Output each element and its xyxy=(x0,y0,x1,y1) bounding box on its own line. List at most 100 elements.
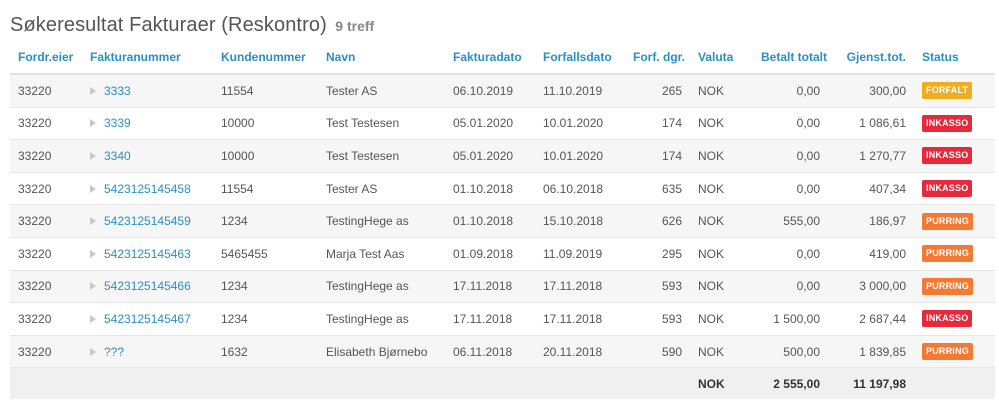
cell-overdue-days: 635 xyxy=(625,172,690,206)
status-badge: INKASSO xyxy=(922,180,973,198)
cell-remaining: 1 839,85 xyxy=(828,335,914,369)
cell-remaining: 1 086,61 xyxy=(828,107,914,141)
invoice-link[interactable]: 3340 xyxy=(104,149,131,163)
expand-triangle-icon[interactable] xyxy=(90,282,96,291)
table-row[interactable]: 33220 5423125145463 5465455 Marja Test Aas 0… xyxy=(10,237,995,271)
table-body: 33220 3333 11554 Tester AS 06.10.2019 11.10.2… xyxy=(10,74,995,369)
cell-status: PURRING xyxy=(914,270,995,304)
cell-paid: 0,00 xyxy=(753,139,828,173)
cell-paid: 0,00 xyxy=(753,74,828,108)
cell-due-date: 11.09.2019 xyxy=(535,237,625,271)
cell-name: TestingHege as xyxy=(318,204,445,238)
cell-invoice: ??? xyxy=(82,335,213,369)
cell-name: Tester AS xyxy=(318,172,445,206)
column-header-invoice[interactable]: Fakturanummer xyxy=(82,41,213,75)
status-badge: INKASSO xyxy=(922,147,973,165)
cell-remaining: 419,00 xyxy=(828,237,914,271)
column-header-owner[interactable]: Fordr.eier xyxy=(10,41,82,75)
column-header-customer[interactable]: Kundenummer xyxy=(213,41,318,75)
invoice-link[interactable]: ??? xyxy=(104,345,124,359)
cell-status: PURRING xyxy=(914,204,995,238)
cell-paid: 1 500,00 xyxy=(753,302,828,336)
cell-invoice-date: 01.10.2018 xyxy=(445,172,535,206)
table-row[interactable]: 33220 5423125145467 1234 TestingHege as 17.1… xyxy=(10,302,995,336)
cell-invoice-date: 05.01.2020 xyxy=(445,139,535,173)
cell-invoice-date: 17.11.2018 xyxy=(445,270,535,304)
cell-name: Test Testesen xyxy=(318,139,445,173)
cell-invoice-date: 01.09.2018 xyxy=(445,237,535,271)
cell-invoice-date: 05.01.2020 xyxy=(445,107,535,141)
cell-owner: 33220 xyxy=(10,107,82,141)
totals-row: NOK 2 555,00 11 197,98 xyxy=(10,367,995,400)
status-badge: INKASSO xyxy=(922,310,973,328)
cell-customer: 1234 xyxy=(213,302,318,336)
table-row[interactable]: 33220 3340 10000 Test Testesen 05.01.2020 10.… xyxy=(10,139,995,173)
status-badge: PURRING xyxy=(922,212,973,230)
cell-customer: 1234 xyxy=(213,204,318,238)
invoice-link[interactable]: 5423125145467 xyxy=(104,312,191,326)
expand-triangle-icon[interactable] xyxy=(90,217,96,226)
cell-invoice: 5423125145466 xyxy=(82,270,213,304)
cell-customer: 11554 xyxy=(213,172,318,206)
cell-owner: 33220 xyxy=(10,172,82,206)
expand-triangle-icon[interactable] xyxy=(90,347,96,356)
cell-invoice-date: 01.10.2018 xyxy=(445,204,535,238)
expand-triangle-icon[interactable] xyxy=(90,119,96,128)
cell-status: INKASSO xyxy=(914,107,995,141)
table-row[interactable]: 33220 5423125145459 1234 TestingHege as 01.1… xyxy=(10,204,995,238)
cell-currency: NOK xyxy=(690,139,753,173)
table-row[interactable]: 33220??? 1632 Elisabeth Bjørnebo 06.11.2018… xyxy=(10,335,995,369)
table-row[interactable]: 33220 5423125145458 11554 Tester AS 01.10.20… xyxy=(10,172,995,206)
invoice-link[interactable]: 3333 xyxy=(104,84,131,98)
cell-due-date: 17.11.2018 xyxy=(535,270,625,304)
cell-remaining: 407,34 xyxy=(828,172,914,206)
column-header-paid[interactable]: Betalt totalt xyxy=(753,41,828,75)
table-row[interactable]: 33220 3333 11554 Tester AS 06.10.2019 11.10.2… xyxy=(10,74,995,108)
invoice-link[interactable]: 5423125145459 xyxy=(104,214,191,228)
cell-status: PURRING xyxy=(914,237,995,271)
cell-invoice: 5423125145467 xyxy=(82,302,213,336)
cell-currency: NOK xyxy=(690,237,753,271)
expand-triangle-icon[interactable] xyxy=(90,151,96,160)
cell-paid: 0,00 xyxy=(753,172,828,206)
page-title: Søkeresultat Fakturaer (Reskontro) xyxy=(10,14,327,36)
page-heading: Søkeresultat Fakturaer (Reskontro) 9 tre… xyxy=(10,14,374,37)
status-badge: PURRING xyxy=(922,343,973,361)
expand-triangle-icon[interactable] xyxy=(90,314,96,323)
cell-due-date: 06.10.2018 xyxy=(535,172,625,206)
expand-triangle-icon[interactable] xyxy=(90,184,96,193)
cell-status: PURRING xyxy=(914,335,995,369)
column-header-name[interactable]: Navn xyxy=(318,41,445,75)
invoice-link[interactable]: 5423125145458 xyxy=(104,182,191,196)
invoice-link[interactable]: 5423125145466 xyxy=(104,279,191,293)
invoice-link[interactable]: 3339 xyxy=(104,116,131,130)
invoice-link[interactable]: 5423125145463 xyxy=(104,247,191,261)
cell-invoice: 3333 xyxy=(82,74,213,108)
expand-triangle-icon[interactable] xyxy=(90,86,96,95)
cell-due-date: 20.11.2018 xyxy=(535,335,625,369)
cell-due-date: 10.01.2020 xyxy=(535,107,625,141)
table-row[interactable]: 33220 5423125145466 1234 TestingHege as 17.1… xyxy=(10,270,995,304)
cell-due-date: 15.10.2018 xyxy=(535,204,625,238)
column-header-due-date[interactable]: Forfallsdato xyxy=(535,41,625,75)
cell-due-date: 10.01.2020 xyxy=(535,139,625,173)
column-header-status[interactable]: Status xyxy=(914,41,995,75)
cell-customer: 10000 xyxy=(213,107,318,141)
cell-currency: NOK xyxy=(690,107,753,141)
column-header-currency[interactable]: Valuta xyxy=(690,41,753,75)
cell-overdue-days: 174 xyxy=(625,139,690,173)
column-header-overdue-days[interactable]: Forf. dgr. xyxy=(625,41,690,75)
cell-paid: 0,00 xyxy=(753,237,828,271)
cell-remaining: 1 270,77 xyxy=(828,139,914,173)
table-header-row: Fordr.eier Fakturanummer Kundenummer Nav… xyxy=(10,41,995,75)
cell-invoice-date: 06.11.2018 xyxy=(445,335,535,369)
column-header-invoice-date[interactable]: Fakturadato xyxy=(445,41,535,75)
cell-owner: 33220 xyxy=(10,270,82,304)
cell-overdue-days: 295 xyxy=(625,237,690,271)
result-count: 9 treff xyxy=(335,18,375,34)
column-header-remaining[interactable]: Gjenst.tot. xyxy=(828,41,914,75)
table-row[interactable]: 33220 3339 10000 Test Testesen 05.01.2020 10.… xyxy=(10,107,995,141)
expand-triangle-icon[interactable] xyxy=(90,249,96,258)
totals-remaining: 11 197,98 xyxy=(828,367,914,400)
cell-remaining: 186,97 xyxy=(828,204,914,238)
